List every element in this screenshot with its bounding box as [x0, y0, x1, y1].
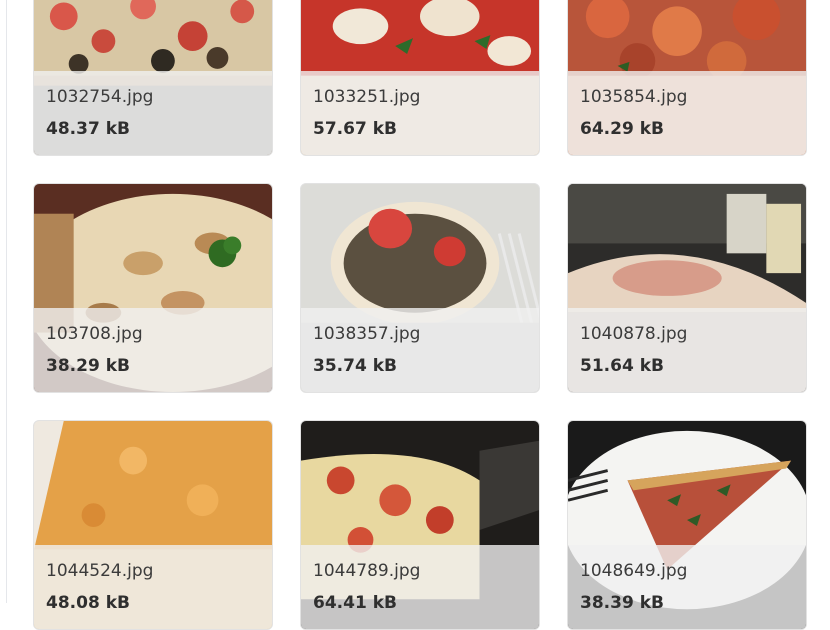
gallery-card[interactable]: 1040878.jpg 51.64 kB	[567, 183, 807, 393]
image-gallery-grid: 1032754.jpg 48.37 kB 1033251.jpg 57.67 k…	[0, 0, 830, 630]
gallery-card[interactable]: 1035854.jpg 64.29 kB	[567, 0, 807, 156]
gallery-card[interactable]: 103708.jpg 38.29 kB	[33, 183, 273, 393]
file-name: 1033251.jpg	[313, 87, 421, 107]
file-info-overlay: 1033251.jpg 57.67 kB	[301, 71, 539, 155]
file-info-overlay: 1044524.jpg 48.08 kB	[34, 545, 272, 629]
gallery-card[interactable]: 1044789.jpg 64.41 kB	[300, 420, 540, 630]
file-info-overlay: 1038357.jpg 35.74 kB	[301, 308, 539, 392]
file-size: 38.39 kB	[580, 593, 664, 613]
file-name: 1032754.jpg	[46, 87, 154, 107]
file-info-overlay: 1035854.jpg 64.29 kB	[568, 71, 806, 155]
file-size: 38.29 kB	[46, 356, 130, 376]
file-size: 57.67 kB	[313, 119, 397, 139]
file-info-overlay: 1040878.jpg 51.64 kB	[568, 308, 806, 392]
file-size: 48.37 kB	[46, 119, 130, 139]
gallery-card[interactable]: 1038357.jpg 35.74 kB	[300, 183, 540, 393]
gallery-card[interactable]: 1032754.jpg 48.37 kB	[33, 0, 273, 156]
file-name: 1044789.jpg	[313, 561, 421, 581]
file-info-overlay: 1044789.jpg 64.41 kB	[301, 545, 539, 629]
file-info-overlay: 103708.jpg 38.29 kB	[34, 308, 272, 392]
file-size: 48.08 kB	[46, 593, 130, 613]
gallery-card[interactable]: 1044524.jpg 48.08 kB	[33, 420, 273, 630]
file-name: 1038357.jpg	[313, 324, 421, 344]
gallery-card[interactable]: 1048649.jpg 38.39 kB	[567, 420, 807, 630]
file-name: 1035854.jpg	[580, 87, 688, 107]
file-size: 35.74 kB	[313, 356, 397, 376]
file-size: 51.64 kB	[580, 356, 664, 376]
file-name: 1048649.jpg	[580, 561, 688, 581]
file-name: 103708.jpg	[46, 324, 143, 344]
gallery-card[interactable]: 1033251.jpg 57.67 kB	[300, 0, 540, 156]
file-info-overlay: 1032754.jpg 48.37 kB	[34, 71, 272, 155]
file-size: 64.41 kB	[313, 593, 397, 613]
file-size: 64.29 kB	[580, 119, 664, 139]
file-info-overlay: 1048649.jpg 38.39 kB	[568, 545, 806, 629]
file-name: 1044524.jpg	[46, 561, 154, 581]
file-name: 1040878.jpg	[580, 324, 688, 344]
